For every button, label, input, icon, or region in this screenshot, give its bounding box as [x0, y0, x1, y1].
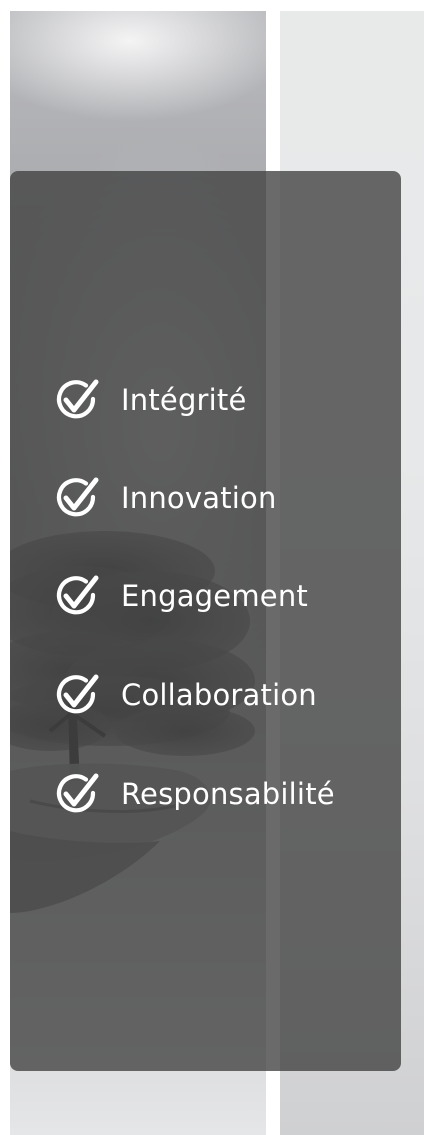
check-circle-icon	[56, 379, 99, 419]
list-item: Intégrité	[54, 375, 374, 425]
value-label: Intégrité	[121, 383, 247, 417]
values-banner: Intégrité Innovation Engagement Collabor…	[0, 0, 424, 1135]
check-circle-icon	[56, 674, 99, 714]
list-item: Engagement	[54, 571, 374, 621]
value-label: Collaboration	[121, 678, 317, 712]
check-circle-icon	[56, 477, 99, 517]
value-label: Innovation	[121, 481, 277, 515]
check-circle-icon	[56, 575, 99, 615]
value-label: Engagement	[121, 579, 308, 613]
values-panel	[10, 171, 401, 1071]
list-item: Innovation	[54, 473, 374, 523]
check-circle-icon	[56, 773, 99, 813]
value-label: Responsabilité	[121, 777, 335, 811]
list-item: Collaboration	[54, 670, 374, 720]
list-item: Responsabilité	[54, 769, 374, 819]
